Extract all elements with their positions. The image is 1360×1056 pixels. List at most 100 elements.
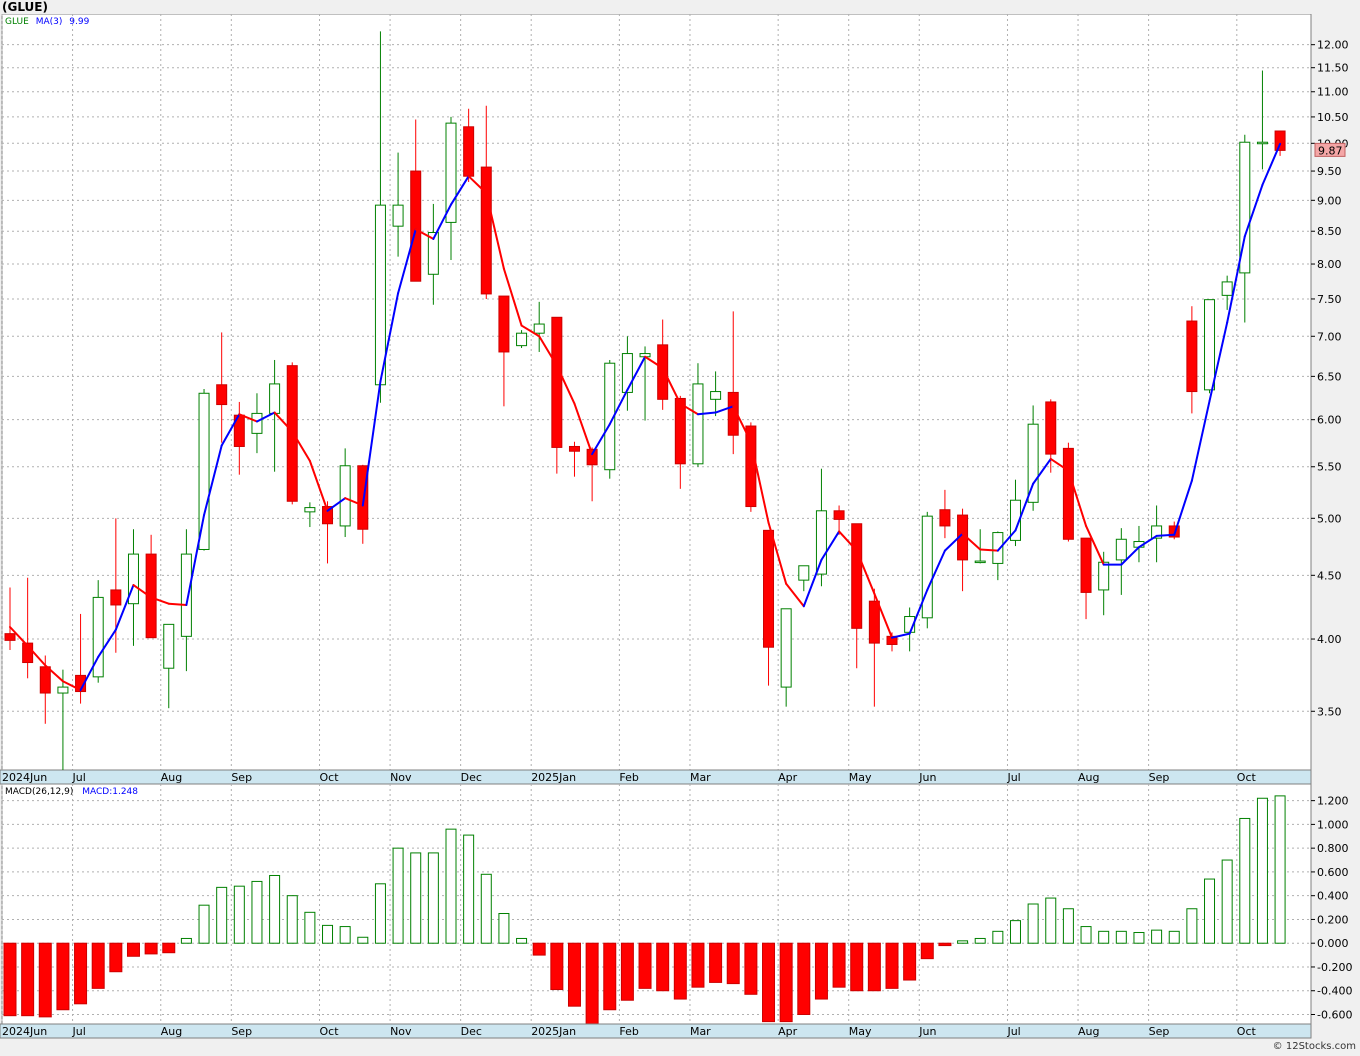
- price-xaxis-label: Sep: [1149, 771, 1170, 784]
- macd-bar: [3, 942, 17, 1017]
- candle-body: [833, 510, 845, 520]
- candle-body: [163, 623, 175, 669]
- macd-bar: [198, 904, 210, 944]
- macd-xaxis-label: 2025Jan: [531, 1025, 576, 1038]
- price-tick-label: 9.00: [1317, 194, 1342, 207]
- macd-bar: [1274, 795, 1286, 944]
- price-tick-label: 5.50: [1317, 461, 1342, 474]
- macd-bar: [920, 942, 934, 960]
- price-tick-label: 8.00: [1317, 258, 1342, 271]
- macd-bar: [797, 942, 811, 1015]
- candle-body: [974, 560, 986, 564]
- macd-xaxis-label: May: [849, 1025, 872, 1038]
- price-xaxis-label: Aug: [1078, 771, 1099, 784]
- candle-body: [657, 344, 669, 400]
- price-tick-label: 5.00: [1317, 512, 1342, 525]
- price-tick-label: 7.00: [1317, 330, 1342, 343]
- candle-body: [516, 332, 528, 347]
- macd-bar: [744, 942, 758, 995]
- macd-bar: [144, 942, 158, 955]
- candle-body: [445, 122, 457, 223]
- macd-bar: [550, 942, 564, 991]
- price-xaxis-label: Mar: [690, 771, 711, 784]
- macd-tick-label: 1.000: [1317, 818, 1349, 831]
- macd-bar: [814, 942, 828, 1000]
- ma-segment: [1155, 533, 1176, 537]
- macd-xaxis-label: Oct: [1237, 1025, 1257, 1038]
- macd-bar: [1062, 908, 1074, 944]
- macd-bar: [673, 942, 687, 1000]
- macd-bar: [339, 926, 351, 944]
- macd-xaxis-label: Sep: [1149, 1025, 1170, 1038]
- candle-body: [392, 204, 404, 227]
- macd-bar: [656, 942, 670, 992]
- candle: [198, 389, 210, 551]
- price-tick-label: 4.00: [1317, 633, 1342, 646]
- ma-segment: [979, 548, 999, 552]
- macd-bar: [1009, 920, 1021, 944]
- macd-bar: [269, 874, 281, 944]
- macd-bar: [850, 942, 864, 992]
- candle-body: [1062, 447, 1074, 540]
- candle-body: [410, 170, 422, 282]
- price-xaxis-label: 2025Jan: [531, 771, 576, 784]
- candle-body: [1221, 281, 1233, 296]
- macd-bar: [216, 886, 228, 944]
- macd-bar: [992, 930, 1004, 944]
- macd-bar: [410, 852, 422, 944]
- macd-tick-label: 0.800: [1317, 842, 1349, 855]
- candle-body: [1204, 299, 1216, 391]
- candle-body: [110, 589, 122, 606]
- price-tick-label: 8.50: [1317, 225, 1342, 238]
- macd-bar: [1168, 930, 1180, 944]
- macd-value: MACD:1.248: [82, 787, 139, 797]
- chart-window: (GLUE) 12.0011.5011.0010.5010.009.509.00…: [0, 0, 1360, 1056]
- candle-body: [374, 204, 386, 386]
- macd-bar: [903, 942, 917, 981]
- candle-body: [39, 666, 51, 694]
- candle-body: [1186, 320, 1198, 393]
- price-legend: GLUE MA(3) 9.99: [5, 17, 89, 27]
- price-tick-label: 6.00: [1317, 414, 1342, 427]
- macd-bar: [1256, 797, 1268, 944]
- macd-bar: [709, 942, 723, 983]
- macd-bar: [620, 942, 634, 1001]
- candle-body: [498, 295, 510, 353]
- macd-bar: [1027, 903, 1039, 944]
- macd-bar: [109, 942, 123, 973]
- macd-bar: [498, 913, 510, 944]
- candle-body: [269, 383, 281, 414]
- ma-label: MA(3): [35, 17, 63, 27]
- macd-bar: [56, 942, 70, 1011]
- candle-body: [304, 507, 316, 513]
- macd-xaxis-label: Nov: [390, 1025, 412, 1038]
- candle-body: [710, 391, 722, 400]
- macd-xaxis-strip: [0, 1023, 1312, 1039]
- candle-body: [1045, 401, 1057, 455]
- macd-xaxis-label: Aug: [1078, 1025, 1099, 1038]
- macd-xaxis-label: Feb: [619, 1025, 638, 1038]
- macd-xaxis-label: Jun: [918, 1025, 936, 1038]
- macd-bar: [427, 852, 439, 944]
- candle-body: [1115, 538, 1127, 561]
- macd-bar: [162, 942, 176, 954]
- macd-bar: [1221, 859, 1233, 944]
- macd-bar: [322, 924, 334, 944]
- candle-body: [745, 425, 757, 508]
- watermark: © 12Stocks.com: [1272, 1041, 1356, 1052]
- macd-xaxis-label: Apr: [778, 1025, 798, 1038]
- macd-bar: [21, 942, 35, 1017]
- macd-bar: [91, 942, 105, 989]
- macd-bar: [638, 942, 652, 989]
- macd-bar: [126, 942, 140, 957]
- candle-body: [4, 633, 16, 641]
- price-tick-label: 7.50: [1317, 293, 1342, 306]
- macd-tick-label: 1.200: [1317, 795, 1349, 808]
- price-tick-label: 11.00: [1317, 86, 1349, 99]
- price-tick-label: 11.50: [1317, 62, 1349, 75]
- macd-bar: [691, 942, 705, 988]
- candle-body: [1256, 141, 1268, 145]
- macd-bar: [974, 937, 986, 944]
- candle-body: [868, 600, 880, 644]
- macd-bar: [726, 942, 740, 985]
